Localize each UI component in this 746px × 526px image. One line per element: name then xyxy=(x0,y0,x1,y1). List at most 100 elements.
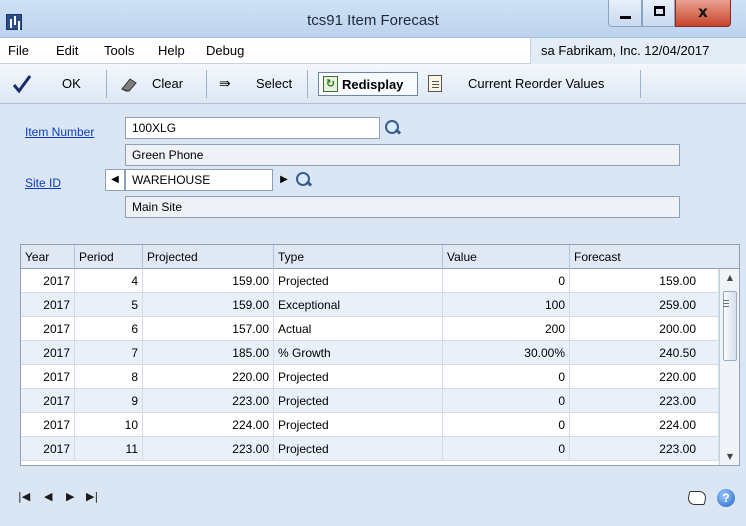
clear-button[interactable]: Clear xyxy=(152,76,183,91)
menu-debug[interactable]: Debug xyxy=(206,43,244,58)
table-row[interactable]: 2017 5 159.00 Exceptional 100 259.00 xyxy=(21,293,719,317)
scroll-down-icon[interactable]: ▼ xyxy=(720,452,739,461)
cell-forecast[interactable]: 220.00 xyxy=(570,365,719,389)
cell-year[interactable]: 2017 xyxy=(21,269,75,293)
refresh-icon: ↻ xyxy=(323,76,338,92)
item-number-link[interactable]: Item Number xyxy=(25,125,94,139)
table-row[interactable]: 2017 9 223.00 Projected 0 223.00 xyxy=(21,389,719,413)
table-row[interactable]: 2017 10 224.00 Projected 0 224.00 xyxy=(21,413,719,437)
minimize-button[interactable] xyxy=(608,0,642,27)
cell-value[interactable]: 0 xyxy=(443,413,570,437)
maximize-button[interactable] xyxy=(642,0,675,27)
table-row[interactable]: 2017 7 185.00% Growth 30.00% 240.50 xyxy=(21,341,719,365)
cell-period[interactable]: 6 xyxy=(75,317,143,341)
cell-projected[interactable]: 220.00 xyxy=(143,365,274,389)
cell-forecast[interactable]: 200.00 xyxy=(570,317,719,341)
menu-edit[interactable]: Edit xyxy=(56,43,78,58)
note-icon[interactable] xyxy=(686,491,708,505)
cell-value[interactable]: 0 xyxy=(443,365,570,389)
cell-year[interactable]: 2017 xyxy=(21,413,75,437)
cell-value[interactable]: 0 xyxy=(443,437,570,461)
cell-projected[interactable]: 157.00 xyxy=(143,317,274,341)
cell-year[interactable]: 2017 xyxy=(21,389,75,413)
menu-help[interactable]: Help xyxy=(158,43,185,58)
item-description-field: Green Phone xyxy=(125,144,680,166)
user-company-date: sa Fabrikam, Inc. 12/04/2017 xyxy=(541,43,710,58)
cell-value[interactable]: 0 xyxy=(443,269,570,293)
cell-value[interactable]: 200 xyxy=(443,317,570,341)
cell-value[interactable]: 0 xyxy=(443,389,570,413)
cell-projected[interactable]: 159.00 xyxy=(143,293,274,317)
cell-type[interactable]: Projected xyxy=(274,389,443,413)
ok-button[interactable]: OK xyxy=(62,76,81,91)
cell-type[interactable]: Projected xyxy=(274,437,443,461)
table-row[interactable]: 2017 8 220.00 Projected 0 220.00 xyxy=(21,365,719,389)
cell-value[interactable]: 30.00% xyxy=(443,341,570,365)
cell-type[interactable]: Projected xyxy=(274,413,443,437)
redisplay-button[interactable]: ↻ Redisplay xyxy=(318,72,418,96)
previous-record-icon[interactable]: ◀ xyxy=(44,490,52,503)
close-button[interactable]: x xyxy=(675,0,731,27)
cell-projected[interactable]: 185.00 xyxy=(143,341,274,365)
last-record-icon[interactable]: ▶| xyxy=(86,490,98,503)
cell-period[interactable]: 5 xyxy=(75,293,143,317)
table-row[interactable]: 2017 4 159.00 Projected 0 159.00 xyxy=(21,269,719,293)
cell-year[interactable]: 2017 xyxy=(21,341,75,365)
cell-value[interactable]: 100 xyxy=(443,293,570,317)
site-id-link[interactable]: Site ID xyxy=(25,176,61,190)
cell-type[interactable]: Exceptional xyxy=(274,293,443,317)
cell-projected[interactable]: 224.00 xyxy=(143,413,274,437)
select-arrow-icon: ⇛ xyxy=(219,76,231,92)
cell-year[interactable]: 2017 xyxy=(21,317,75,341)
cell-forecast[interactable]: 223.00 xyxy=(570,437,719,461)
title-bar: tcs91 Item Forecast x xyxy=(0,0,746,38)
site-next-button[interactable]: ▶ xyxy=(275,169,293,191)
menu-file[interactable]: File xyxy=(8,43,29,58)
cell-forecast[interactable]: 240.50 xyxy=(570,341,719,365)
site-lookup-icon[interactable] xyxy=(293,170,313,190)
scroll-up-icon[interactable]: ▲ xyxy=(720,273,739,282)
cell-forecast[interactable]: 159.00 xyxy=(570,269,719,293)
select-button[interactable]: Select xyxy=(256,76,292,91)
menu-tools[interactable]: Tools xyxy=(104,43,134,58)
scroll-thumb[interactable] xyxy=(723,291,737,361)
cell-period[interactable]: 7 xyxy=(75,341,143,365)
cell-year[interactable]: 2017 xyxy=(21,365,75,389)
item-site-form: Item Number 100XLG Green Phone Site ID ◀… xyxy=(0,105,746,225)
redisplay-label: Redisplay xyxy=(342,77,404,92)
minimize-icon xyxy=(620,16,631,19)
table-row[interactable]: 2017 11 223.00 Projected 0 223.00 xyxy=(21,437,719,461)
help-icon[interactable]: ? xyxy=(717,489,735,507)
site-id-field[interactable]: WAREHOUSE xyxy=(125,169,273,191)
item-lookup-icon[interactable] xyxy=(382,118,402,138)
cell-type[interactable]: Actual xyxy=(274,317,443,341)
cell-type[interactable]: % Growth xyxy=(274,341,443,365)
cell-forecast[interactable]: 259.00 xyxy=(570,293,719,317)
cell-type[interactable]: Projected xyxy=(274,365,443,389)
cell-year[interactable]: 2017 xyxy=(21,437,75,461)
cell-projected[interactable]: 159.00 xyxy=(143,269,274,293)
navigation-bar: |◀ ◀ ▶ ▶| ? xyxy=(0,478,746,526)
cell-projected[interactable]: 223.00 xyxy=(143,437,274,461)
header-projected: Projected xyxy=(143,245,274,269)
next-record-icon[interactable]: ▶ xyxy=(66,490,74,503)
site-prev-button[interactable]: ◀ xyxy=(105,169,125,191)
header-year: Year xyxy=(21,245,75,269)
cell-period[interactable]: 4 xyxy=(75,269,143,293)
check-icon xyxy=(12,75,32,94)
table-row[interactable]: 2017 6 157.00 Actual 200 200.00 xyxy=(21,317,719,341)
cell-period[interactable]: 10 xyxy=(75,413,143,437)
vertical-scrollbar[interactable]: ▲ ▼ xyxy=(719,269,739,465)
cell-type[interactable]: Projected xyxy=(274,269,443,293)
site-description-field: Main Site xyxy=(125,196,680,218)
cell-period[interactable]: 8 xyxy=(75,365,143,389)
item-number-field[interactable]: 100XLG xyxy=(125,117,380,139)
first-record-icon[interactable]: |◀ xyxy=(18,490,30,503)
cell-forecast[interactable]: 224.00 xyxy=(570,413,719,437)
cell-period[interactable]: 9 xyxy=(75,389,143,413)
cell-projected[interactable]: 223.00 xyxy=(143,389,274,413)
cell-period[interactable]: 11 xyxy=(75,437,143,461)
cell-year[interactable]: 2017 xyxy=(21,293,75,317)
cell-forecast[interactable]: 223.00 xyxy=(570,389,719,413)
current-reorder-values-button[interactable]: Current Reorder Values xyxy=(468,76,604,91)
